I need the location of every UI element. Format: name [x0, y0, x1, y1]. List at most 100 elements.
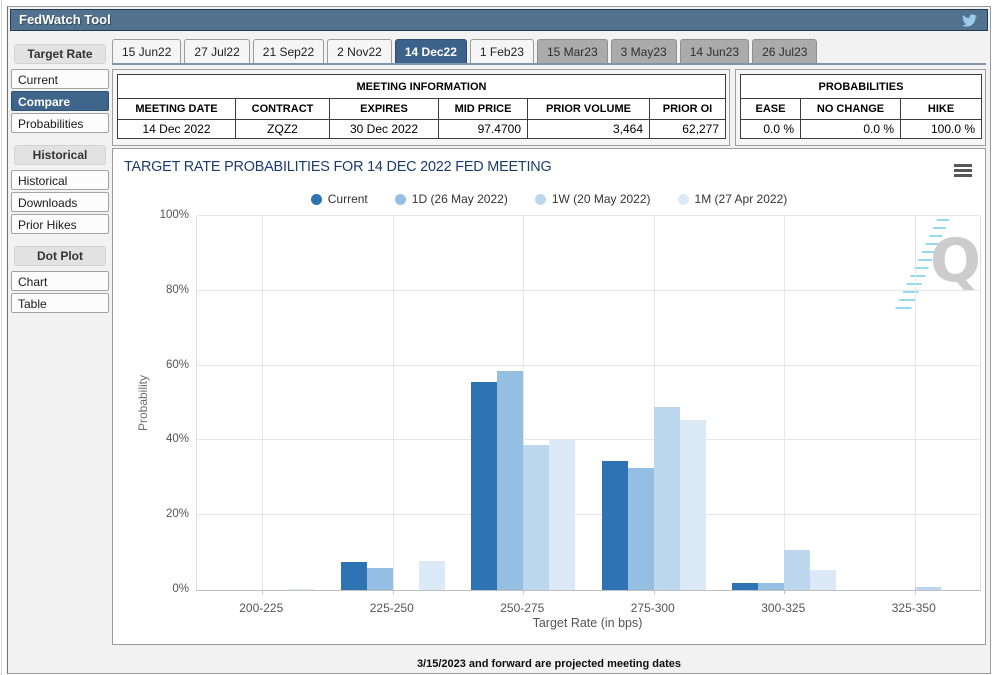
y-tick-label-40: 40% — [113, 433, 189, 445]
column-header-mid-price: MID PRICE — [439, 99, 528, 120]
bar-current-225-250 — [341, 562, 367, 590]
fedwatch-app-window: FedWatch Tool Target RateCurrentCompareP… — [7, 6, 991, 674]
sidebar-item-historical[interactable]: Historical — [11, 170, 109, 190]
sidebar: Target Rate CurrentCompareProbabilities Hi… — [11, 44, 109, 325]
table-header-row: MEETING DATECONTRACTEXPIRESMID PRICEPRIO… — [118, 99, 726, 120]
value-no-change: 0.0 % — [801, 120, 901, 139]
gridline-x-325-350 — [915, 216, 916, 590]
tab-2-nov22[interactable]: 2 Nov22 — [327, 39, 392, 64]
x-category-label-250-275: 250-275 — [457, 601, 588, 615]
x-category-label-275-300: 275-300 — [588, 601, 719, 615]
axis-tick-200-225 — [262, 590, 263, 594]
column-header-prior-oi: PRIOR OI — [650, 99, 726, 120]
column-header-prior-volume: PRIOR VOLUME — [528, 99, 650, 120]
projected-dates-note: 3/15/2023 and forward are projected meet… — [112, 658, 986, 670]
menu-bar — [954, 164, 972, 167]
y-tick-label-0: 0% — [113, 583, 189, 595]
x-category-label-200-225: 200-225 — [196, 601, 327, 615]
sidebar-item-prior-hikes[interactable]: Prior Hikes — [11, 214, 109, 234]
legend-marker-current — [311, 194, 322, 205]
sidebar-section-historical: HistoricalHistoricalDownloadsPrior Hikes — [11, 145, 109, 234]
sidebar-section-dot-plot: Dot PlotChartTable — [11, 246, 109, 313]
sidebar-item-downloads[interactable]: Downloads — [11, 192, 109, 212]
probabilities-table: PROBABILITIESEASENO CHANGEHIKE0.0 %0.0 %… — [740, 74, 982, 139]
axis-tick-300-325 — [784, 590, 785, 594]
axis-tick-250-275 — [523, 590, 524, 594]
sidebar-header-historical: Historical — [14, 145, 106, 165]
menu-bar — [954, 174, 972, 177]
tab-27-jul22[interactable]: 27 Jul22 — [184, 39, 249, 64]
table-value-row: 14 Dec 2022ZQZ230 Dec 202297.47003,46462… — [118, 120, 726, 139]
x-category-label-325-350: 325-350 — [849, 601, 980, 615]
meeting-information-table: MEETING INFORMATIONMEETING DATECONTRACTE… — [117, 74, 726, 139]
table-title: MEETING INFORMATION — [118, 75, 726, 99]
tab-26-jul23[interactable]: 26 Jul23 — [752, 39, 817, 64]
gridline-x-200-225 — [262, 216, 263, 590]
value-prior-volume: 3,464 — [528, 120, 650, 139]
bar-1w-20-may-2022-250-275 — [523, 445, 549, 590]
table-title: PROBABILITIES — [741, 75, 982, 99]
column-header-meeting-date: MEETING DATE — [118, 99, 236, 120]
bar-1d-26-may-2022-300-325 — [758, 583, 784, 590]
twitter-icon[interactable] — [961, 13, 978, 28]
chart-panel: TARGET RATE PROBABILITIES FOR 14 DEC 202… — [112, 148, 986, 645]
y-tick-label-100: 100% — [113, 209, 189, 221]
x-axis-labels: 200-225225-250250-275275-300300-325325-3… — [196, 599, 979, 617]
gridline-y-60 — [197, 365, 980, 366]
gridline-x-225-250 — [393, 216, 394, 590]
y-axis-title: Probability — [136, 375, 150, 431]
tab-divider-line — [112, 63, 986, 65]
legend-item-1w-20-may-2022[interactable]: 1W (20 May 2022) — [535, 192, 651, 206]
table-header-row: EASENO CHANGEHIKE — [741, 99, 982, 120]
y-tick-label-20: 20% — [113, 508, 189, 520]
tab-14-jun23[interactable]: 14 Jun23 — [680, 39, 749, 64]
sidebar-item-compare[interactable]: Compare — [11, 91, 109, 111]
value-prior-oi: 62,277 — [650, 120, 726, 139]
bar-current-300-325 — [732, 583, 758, 590]
legend-item-1m-27-apr-2022[interactable]: 1M (27 Apr 2022) — [678, 192, 788, 206]
sidebar-item-table[interactable]: Table — [11, 293, 109, 313]
legend-label: 1D (26 May 2022) — [412, 192, 508, 206]
app-title: FedWatch Tool — [19, 12, 111, 27]
bar-1m-27-apr-2022-200-225 — [288, 589, 314, 590]
legend-marker-1m-27-apr-2022 — [678, 194, 689, 205]
chart-legend: Current 1D (26 May 2022) 1W (20 May 2022) 1… — [113, 192, 985, 206]
legend-item-1d-26-may-2022[interactable]: 1D (26 May 2022) — [395, 192, 508, 206]
tab-1-feb23[interactable]: 1 Feb23 — [470, 39, 534, 64]
column-header-no-change: NO CHANGE — [801, 99, 901, 120]
gridline-y-40 — [197, 439, 980, 440]
column-header-contract: CONTRACT — [236, 99, 330, 120]
legend-marker-1d-26-may-2022 — [395, 194, 406, 205]
sidebar-item-probabilities[interactable]: Probabilities — [11, 113, 109, 133]
y-tick-label-60: 60% — [113, 359, 189, 371]
x-category-label-300-325: 300-325 — [718, 601, 849, 615]
tab-21-sep22[interactable]: 21 Sep22 — [253, 39, 324, 64]
tab-14-dec22[interactable]: 14 Dec22 — [395, 39, 467, 64]
column-header-expires: EXPIRES — [330, 99, 439, 120]
value-meeting-date: 14 Dec 2022 — [118, 120, 236, 139]
axis-tick-225-250 — [393, 590, 394, 594]
sidebar-item-current[interactable]: Current — [11, 69, 109, 89]
plot-area — [196, 216, 981, 591]
sidebar-item-chart[interactable]: Chart — [11, 271, 109, 291]
legend-item-current[interactable]: Current — [311, 192, 368, 206]
tab-15-jun22[interactable]: 15 Jun22 — [112, 39, 181, 64]
value-hike: 100.0 % — [901, 120, 982, 139]
y-tick-label-80: 80% — [113, 284, 189, 296]
bar-1w-20-may-2022-325-350 — [915, 587, 941, 590]
bar-1m-27-apr-2022-225-250 — [419, 561, 445, 590]
bar-current-275-300 — [602, 461, 628, 590]
x-category-label-225-250: 225-250 — [327, 601, 458, 615]
bar-1d-26-may-2022-275-300 — [628, 468, 654, 590]
bar-1d-26-may-2022-225-250 — [367, 568, 393, 590]
sidebar-section-target-rate: Target Rate CurrentCompareProbabilities — [11, 44, 109, 133]
chart-menu-button[interactable] — [954, 164, 972, 179]
value-mid-price: 97.4700 — [439, 120, 528, 139]
tab-3-may23[interactable]: 3 May23 — [611, 39, 677, 64]
bar-1w-20-may-2022-300-325 — [784, 550, 810, 590]
tab-15-mar23[interactable]: 15 Mar23 — [537, 39, 608, 64]
legend-label: 1W (20 May 2022) — [552, 192, 651, 206]
sidebar-header-target-rate: Target Rate — [14, 44, 106, 64]
bar-current-250-275 — [471, 382, 497, 590]
app-title-bar: FedWatch Tool — [10, 9, 988, 31]
